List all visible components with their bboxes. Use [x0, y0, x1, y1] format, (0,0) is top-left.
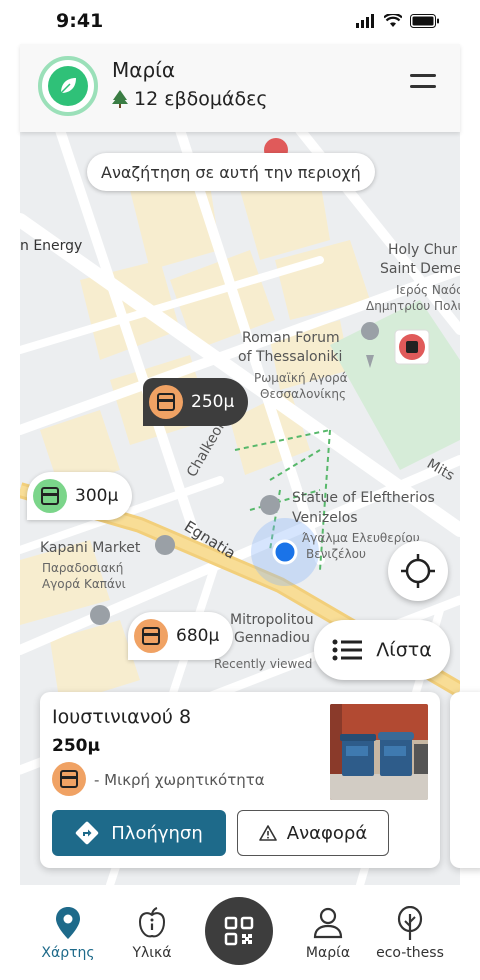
directions-icon: [76, 821, 99, 845]
map-label-statue-gr-2: Βενιζέλου: [306, 547, 366, 561]
marker-distance: 250μ: [191, 392, 235, 412]
header-weeks: 12 εβδομάδες: [112, 88, 268, 110]
bin-marker[interactable]: 680μ: [128, 612, 234, 660]
bin-marker[interactable]: 300μ: [27, 472, 133, 520]
marker-distance: 300μ: [75, 486, 119, 506]
menu-icon[interactable]: [410, 74, 436, 94]
map-label-statue-en-1: Statue of Eleftherios: [292, 490, 435, 506]
map-label-church-en-2: Saint Deme: [380, 261, 460, 277]
qr-code-icon: [224, 916, 254, 946]
tab-profile-label: Μαρία: [305, 945, 351, 961]
status-icons: [356, 14, 440, 28]
list-view-label: Λίστα: [376, 639, 432, 661]
leaf-icon: [60, 78, 76, 94]
bin-photo-image: [330, 704, 428, 800]
map-label-statue-en-2: Venizelos: [292, 510, 358, 526]
header-weeks-text: 12 εβδομάδες: [134, 88, 268, 110]
bin-type-icon: [52, 762, 86, 796]
search-this-area-button[interactable]: Αναζήτηση σε αυτή την περιοχή: [87, 153, 375, 191]
tree-icon: [397, 906, 423, 940]
tab-eco-thess-label: eco-thess: [376, 945, 444, 961]
map-label-mitropolitou-2: Gennadiou: [234, 630, 311, 646]
tab-profile[interactable]: Μαρία: [288, 905, 368, 961]
map-label-mitropolitou-1: Mitropolitou: [230, 612, 314, 628]
map-label-kapani-gr-2: Αγορά Καπάνι: [42, 577, 126, 591]
tab-bar: Χάρτης Υλικά Μαρία eco-thess: [0, 885, 480, 980]
user-icon: [313, 907, 343, 939]
bin-marker-selected[interactable]: 250μ: [143, 378, 249, 426]
bin-icon: [149, 385, 183, 419]
tab-materials[interactable]: Υλικά: [112, 905, 192, 961]
status-time: 9:41: [56, 10, 104, 32]
list-icon: [332, 639, 363, 661]
report-button[interactable]: Αναφορά: [237, 810, 389, 856]
map-label-church-gr-2: Δημητρίου Πολιού: [366, 299, 460, 313]
navigate-button[interactable]: Πλοήγηση: [52, 810, 226, 856]
list-view-button[interactable]: Λίστα: [314, 620, 450, 680]
map-label-church-gr-1: Ιερός Ναός: [396, 283, 460, 297]
app-logo: [38, 56, 98, 116]
status-bar: 9:41: [0, 0, 480, 44]
map-label-forum-gr-2: Θεσσαλονίκης: [260, 387, 346, 401]
tab-map-label: Χάρτης: [41, 945, 95, 961]
bin-distance: 250μ: [52, 736, 100, 756]
wifi-icon: [384, 14, 402, 27]
bin-icon: [134, 619, 168, 653]
bin-type-text: - Μικρή χωρητικότητα: [94, 771, 265, 789]
crosshair-icon: [401, 554, 435, 588]
tab-qr-scan[interactable]: [205, 897, 273, 965]
signal-icon: [356, 14, 374, 28]
map-label-energy: n Energy: [20, 238, 83, 254]
battery-icon: [410, 14, 439, 28]
map-pin-icon: [56, 907, 80, 939]
tab-map[interactable]: Χάρτης: [28, 905, 108, 961]
locate-me-button[interactable]: [388, 541, 448, 601]
app-header: Μαρία 12 εβδομάδες: [20, 44, 460, 132]
apple-info-icon: [138, 907, 166, 938]
tree-small-icon: [112, 90, 128, 108]
tab-eco-thess[interactable]: eco-thess: [370, 905, 450, 961]
map-label-church-en-1: Holy Chur: [388, 242, 457, 258]
map-label-forum-en-1: Roman Forum: [242, 330, 340, 346]
map-label-kapani-gr-1: Παραδοσιακή: [42, 561, 124, 575]
tab-materials-label: Υλικά: [132, 945, 172, 961]
map-label-forum-en-2: of Thessaloniki: [238, 349, 343, 365]
report-label: Αναφορά: [286, 822, 368, 844]
next-card-peek[interactable]: [450, 692, 480, 868]
header-user-name: Μαρία: [112, 58, 176, 82]
bin-detail-card[interactable]: Ιουστινιανού 8 250μ - Μικρή χωρητικότητα…: [40, 692, 440, 868]
bin-icon: [33, 479, 67, 513]
bin-photo[interactable]: [330, 704, 428, 800]
warning-icon: [258, 825, 277, 841]
map-label-recently-viewed: Recently viewed: [214, 657, 313, 671]
map-label-kapani-en: Kapani Market: [40, 540, 141, 556]
map-label-forum-gr-1: Ρωμαϊκή Αγορά: [254, 371, 348, 385]
bin-address: Ιουστινιανού 8: [52, 706, 192, 728]
navigate-label: Πλοήγηση: [111, 822, 203, 844]
marker-distance: 680μ: [176, 626, 220, 646]
